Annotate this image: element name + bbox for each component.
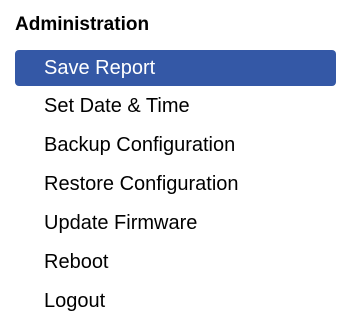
menu-item-save-report[interactable]: Save Report [15, 50, 336, 86]
menu-item-restore-configuration[interactable]: Restore Configuration [15, 165, 336, 204]
menu-item-set-date-time[interactable]: Set Date & Time [15, 87, 336, 126]
menu-item-update-firmware[interactable]: Update Firmware [15, 204, 336, 243]
menu-list: Save Report Set Date & Time Backup Confi… [15, 50, 336, 321]
menu-heading: Administration [15, 14, 150, 35]
menu-item-reboot[interactable]: Reboot [15, 243, 336, 282]
menu-item-logout[interactable]: Logout [15, 282, 336, 321]
administration-menu: Administration Save Report Set Date & Ti… [0, 0, 337, 322]
menu-item-backup-configuration[interactable]: Backup Configuration [15, 126, 336, 165]
